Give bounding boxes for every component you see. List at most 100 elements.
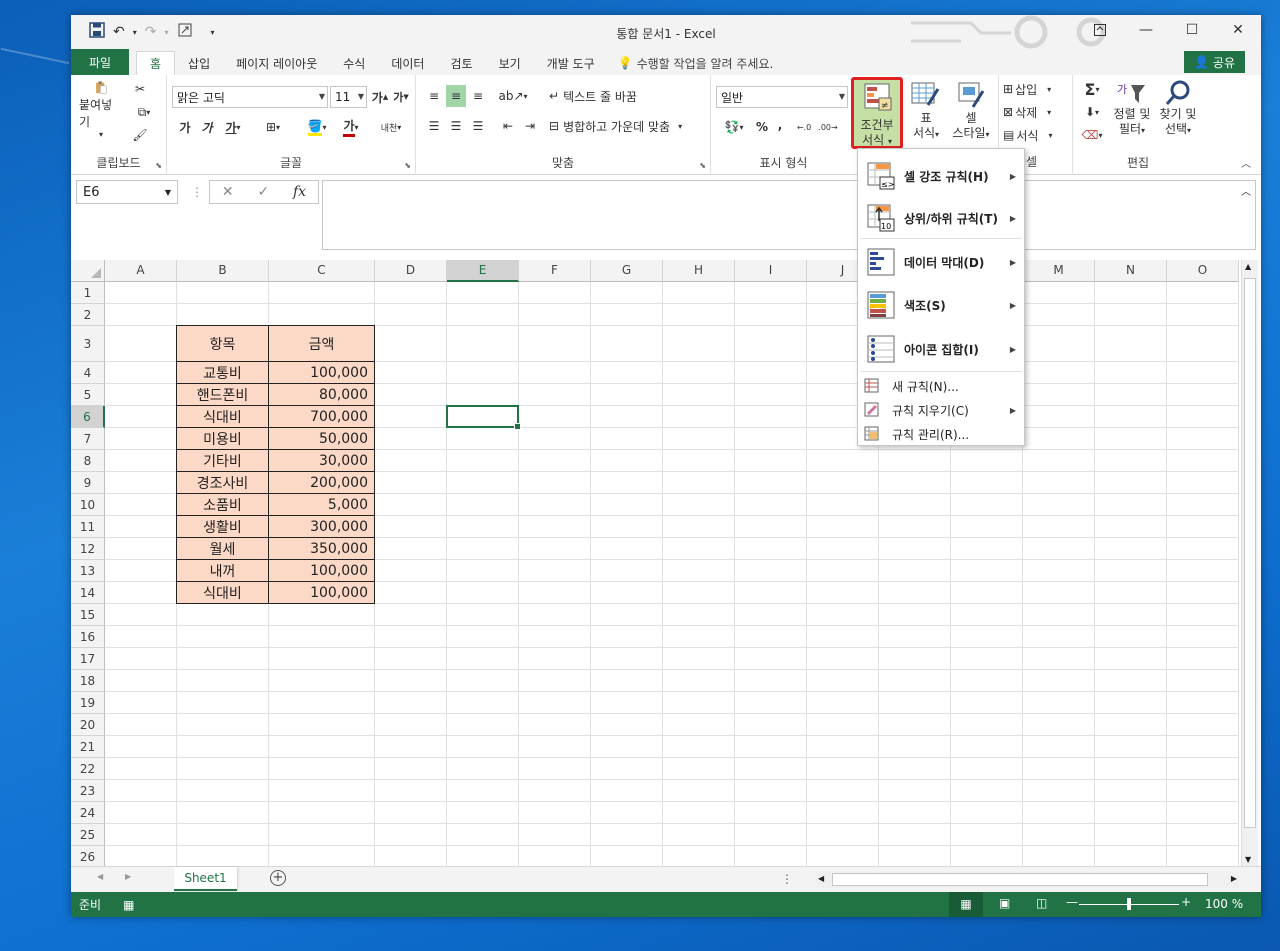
tab-formulas[interactable]: 수식: [330, 51, 378, 75]
expand-formula-icon[interactable]: ︿: [1241, 183, 1251, 198]
orientation-icon[interactable]: ab↗ ▾: [498, 85, 528, 107]
zoom-out-icon[interactable]: —: [1066, 895, 1078, 909]
tab-review[interactable]: 검토: [437, 51, 485, 75]
table-cell-item[interactable]: 교통비: [176, 361, 269, 384]
minimize-icon[interactable]: —: [1123, 15, 1169, 45]
font-name-combo[interactable]: 맑은 고딕 ▼: [172, 86, 328, 108]
shrink-font-button[interactable]: 가 ▼: [391, 87, 411, 107]
delete-cells-button[interactable]: ⊠ 삭제 ▾: [1003, 102, 1067, 122]
row-header-25[interactable]: 25: [71, 824, 105, 846]
sort-filter-button[interactable]: 가 정렬 및 필터▾: [1109, 79, 1155, 151]
conditional-formatting-button[interactable]: ≠ 조건부 서식 ▾: [851, 77, 903, 149]
new-sheet-icon[interactable]: +: [270, 870, 286, 886]
menu-new-rule[interactable]: 새 규칙(N)...: [858, 374, 1024, 398]
row-header-11[interactable]: 11: [71, 516, 105, 538]
row-header-2[interactable]: 2: [71, 304, 105, 326]
row-header-18[interactable]: 18: [71, 670, 105, 692]
row-header-3[interactable]: 3: [71, 326, 105, 362]
menu-manage-rules[interactable]: 규칙 관리(R)...: [858, 422, 1024, 446]
tab-home[interactable]: 홈: [136, 51, 176, 75]
align-top-icon[interactable]: ≡: [424, 85, 444, 107]
redo-dropdown-icon[interactable]: ▾: [164, 28, 168, 37]
name-box[interactable]: E6 ▼: [76, 180, 178, 204]
comma-button[interactable]: ,: [773, 115, 787, 135]
row-header-10[interactable]: 10: [71, 494, 105, 516]
row-header-15[interactable]: 15: [71, 604, 105, 626]
tab-view[interactable]: 보기: [486, 51, 534, 75]
cut-icon[interactable]: ✂: [129, 79, 151, 99]
table-cell-item[interactable]: 생활비: [176, 515, 269, 538]
column-header-a[interactable]: A: [105, 260, 177, 282]
tab-insert[interactable]: 삽입: [175, 51, 223, 75]
percent-button[interactable]: %: [753, 117, 771, 137]
macro-record-icon[interactable]: ▦: [123, 898, 134, 912]
borders-icon[interactable]: ⊞ ▾: [257, 117, 289, 137]
undo-icon[interactable]: ↶: [113, 24, 125, 40]
column-header-d[interactable]: D: [375, 260, 447, 282]
collapse-ribbon-icon[interactable]: ︿: [1241, 155, 1251, 170]
number-format-combo[interactable]: 일반 ▼: [716, 86, 848, 108]
column-header-e[interactable]: E: [447, 260, 519, 282]
horizontal-scrollbar[interactable]: ◀ ▶: [816, 872, 1239, 888]
next-sheet-icon[interactable]: ▶: [125, 872, 131, 881]
increase-decimal-icon[interactable]: ←.0: [793, 117, 815, 137]
formula-bar-splitter-icon[interactable]: ⋮: [191, 185, 203, 199]
row-header-21[interactable]: 21: [71, 736, 105, 758]
zoom-in-icon[interactable]: +: [1181, 895, 1191, 909]
table-cell-item[interactable]: 경조사비: [176, 471, 269, 494]
scroll-up-icon[interactable]: ▲: [1245, 262, 1251, 271]
active-cell-e6[interactable]: [446, 405, 521, 430]
align-left-icon[interactable]: ☰: [424, 115, 444, 137]
find-select-button[interactable]: 찾기 및 선택▾: [1155, 79, 1201, 151]
table-cell-item[interactable]: 핸드폰비: [176, 383, 269, 406]
sheet-tab-sheet1[interactable]: Sheet1: [174, 867, 237, 891]
paste-dropdown-icon[interactable]: ▾: [99, 130, 103, 139]
ribbon-display-icon[interactable]: [1077, 15, 1123, 45]
format-painter-icon[interactable]: 🖌: [129, 125, 151, 145]
table-cell-amount[interactable]: 30,000: [268, 449, 375, 472]
format-as-table-button[interactable]: 표 서식▾: [904, 79, 948, 151]
customize-icon[interactable]: [177, 22, 193, 42]
decrease-indent-icon[interactable]: ⇤: [498, 115, 518, 137]
scroll-down-icon[interactable]: ▼: [1245, 855, 1251, 864]
merge-center-button[interactable]: ⊟ 병합하고 가운데 맞춤 ▾: [549, 115, 709, 137]
row-header-4[interactable]: 4: [71, 362, 105, 384]
table-cell-item[interactable]: 미용비: [176, 427, 269, 450]
tab-data[interactable]: 데이터: [378, 51, 437, 75]
column-header-n[interactable]: N: [1095, 260, 1167, 282]
table-cell-amount[interactable]: 5,000: [268, 493, 375, 516]
fill-color-icon[interactable]: 🪣 ▾: [301, 117, 333, 137]
row-header-17[interactable]: 17: [71, 648, 105, 670]
table-cell-item[interactable]: 월세: [176, 537, 269, 560]
table-cell-amount[interactable]: 700,000: [268, 405, 375, 428]
prev-sheet-icon[interactable]: ◀: [97, 872, 103, 881]
view-page-break-icon[interactable]: ◫: [1036, 896, 1047, 910]
align-right-icon[interactable]: ☰: [468, 115, 488, 137]
cancel-icon[interactable]: ✕: [222, 184, 234, 200]
view-page-layout-icon[interactable]: ▣: [999, 896, 1010, 910]
row-header-12[interactable]: 12: [71, 538, 105, 560]
align-middle-icon[interactable]: ≡: [446, 85, 466, 107]
close-icon[interactable]: ✕: [1215, 15, 1261, 45]
redo-icon[interactable]: ↷: [145, 24, 157, 40]
increase-indent-icon[interactable]: ⇥: [520, 115, 540, 137]
row-header-6[interactable]: 6: [71, 406, 105, 428]
decrease-decimal-icon[interactable]: .00→: [817, 117, 839, 137]
font-launcher-icon[interactable]: ⬊: [404, 161, 411, 170]
row-header-20[interactable]: 20: [71, 714, 105, 736]
fill-icon[interactable]: ⬇ ▾: [1077, 102, 1107, 122]
column-header-o[interactable]: O: [1167, 260, 1239, 282]
wrap-text-button[interactable]: ↵ 텍스트 줄 바꿈: [549, 85, 659, 107]
menu-top-bottom-rules[interactable]: 10 상위/하위 규칙(T) ▶: [858, 197, 1024, 239]
row-header-13[interactable]: 13: [71, 560, 105, 582]
maximize-icon[interactable]: ☐: [1169, 15, 1215, 45]
table-cell-amount[interactable]: 350,000: [268, 537, 375, 560]
menu-data-bars[interactable]: 데이터 막대(D) ▶: [858, 241, 1024, 283]
copy-icon[interactable]: ⧉ ▾: [129, 102, 159, 122]
column-header-g[interactable]: G: [591, 260, 663, 282]
scroll-left-icon[interactable]: ◀: [818, 874, 824, 883]
clear-icon[interactable]: ⌫ ▾: [1077, 125, 1107, 145]
tab-splitter-icon[interactable]: ⋮: [781, 872, 793, 886]
scroll-right-icon[interactable]: ▶: [1231, 874, 1237, 883]
view-normal-icon[interactable]: ▦: [949, 892, 983, 917]
